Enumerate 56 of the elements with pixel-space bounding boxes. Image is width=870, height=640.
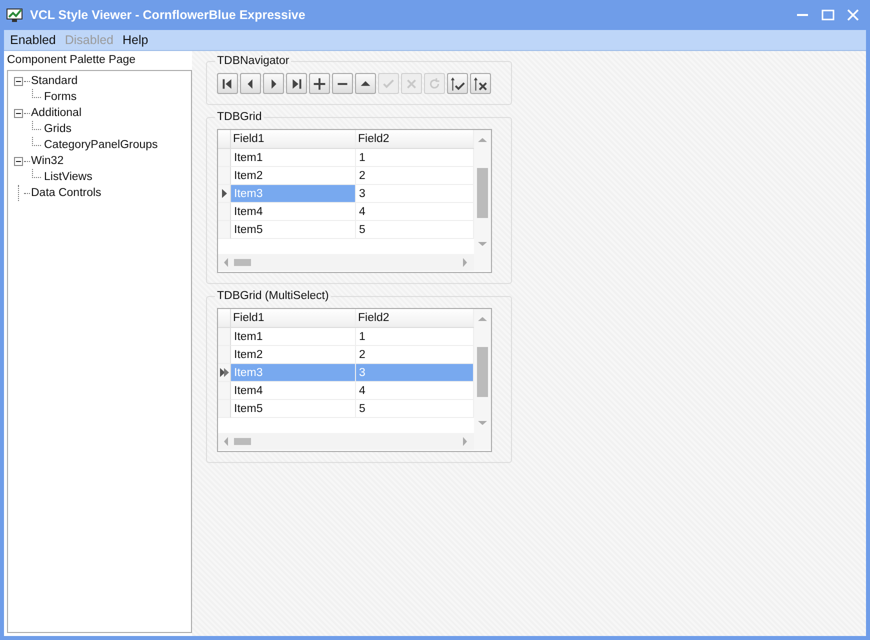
triangle-right-icon xyxy=(272,78,276,88)
maximize-icon[interactable] xyxy=(821,8,835,22)
vertical-scrollbar[interactable] xyxy=(474,309,491,450)
collapse-icon[interactable] xyxy=(14,156,23,166)
table-cell[interactable]: Item1 xyxy=(231,149,356,167)
group-title: TDBGrid xyxy=(216,111,263,123)
next-button[interactable] xyxy=(263,73,284,94)
close-icon[interactable] xyxy=(846,8,860,22)
edit-button[interactable] xyxy=(355,73,376,94)
last-button[interactable] xyxy=(286,73,307,94)
tree-item[interactable]: Additional xyxy=(31,107,82,119)
apply-button[interactable] xyxy=(447,73,468,94)
menu-item[interactable]: Enabled xyxy=(10,33,56,47)
table-cell[interactable]: Item5 xyxy=(231,221,356,239)
tree-item[interactable]: Grids xyxy=(44,123,72,135)
skip-first-icon xyxy=(222,78,232,88)
menu-item[interactable]: Help xyxy=(122,33,148,47)
triangle-left-icon xyxy=(248,78,252,88)
tree-item[interactable]: Forms xyxy=(44,91,77,103)
horizontal-scrollbar[interactable] xyxy=(218,433,474,450)
app-icon xyxy=(6,7,24,23)
plus-icon xyxy=(314,78,326,90)
first-button[interactable] xyxy=(217,73,238,94)
delete-button[interactable] xyxy=(332,73,353,94)
tree-item[interactable]: Standard xyxy=(31,75,78,87)
discard-button[interactable] xyxy=(470,73,491,94)
row-header[interactable] xyxy=(218,364,231,382)
triangle-up-icon xyxy=(360,80,370,86)
tree-item[interactable]: Win32 xyxy=(31,155,64,167)
tree-item[interactable]: Data Controls xyxy=(31,187,102,199)
table-cell[interactable]: Item4 xyxy=(231,382,356,400)
table-cell[interactable]: Item4 xyxy=(231,203,356,221)
column-header[interactable]: Field1 xyxy=(231,130,356,148)
horizontal-scrollbar[interactable] xyxy=(218,254,474,271)
vertical-scrollbar[interactable] xyxy=(474,130,491,271)
cross-icon xyxy=(406,78,416,88)
row-header[interactable] xyxy=(218,185,231,203)
window-title: VCL Style Viewer - CornflowerBlue Expressive xyxy=(30,8,306,22)
arrow-check-icon xyxy=(450,76,465,90)
skip-last-icon xyxy=(292,78,302,88)
collapse-icon[interactable] xyxy=(14,76,23,86)
insert-button[interactable] xyxy=(309,73,330,94)
refresh-icon xyxy=(430,77,440,88)
group-title: TDBNavigator xyxy=(216,55,290,67)
tree-item[interactable]: CategoryPanelGroups xyxy=(44,139,158,151)
tree-item[interactable]: ListViews xyxy=(44,171,92,183)
column-header[interactable]: Field1 xyxy=(231,309,356,327)
panel-title: Component Palette Page xyxy=(6,54,137,68)
minus-icon xyxy=(338,82,348,84)
group-title: TDBGrid (MultiSelect) xyxy=(216,290,330,302)
check-icon xyxy=(383,79,394,88)
arrow-cross-icon xyxy=(474,76,488,90)
table-cell[interactable]: Item1 xyxy=(231,328,356,346)
prior-button[interactable] xyxy=(240,73,261,94)
collapse-icon[interactable] xyxy=(14,108,23,118)
table-cell[interactable]: Item5 xyxy=(231,400,356,418)
